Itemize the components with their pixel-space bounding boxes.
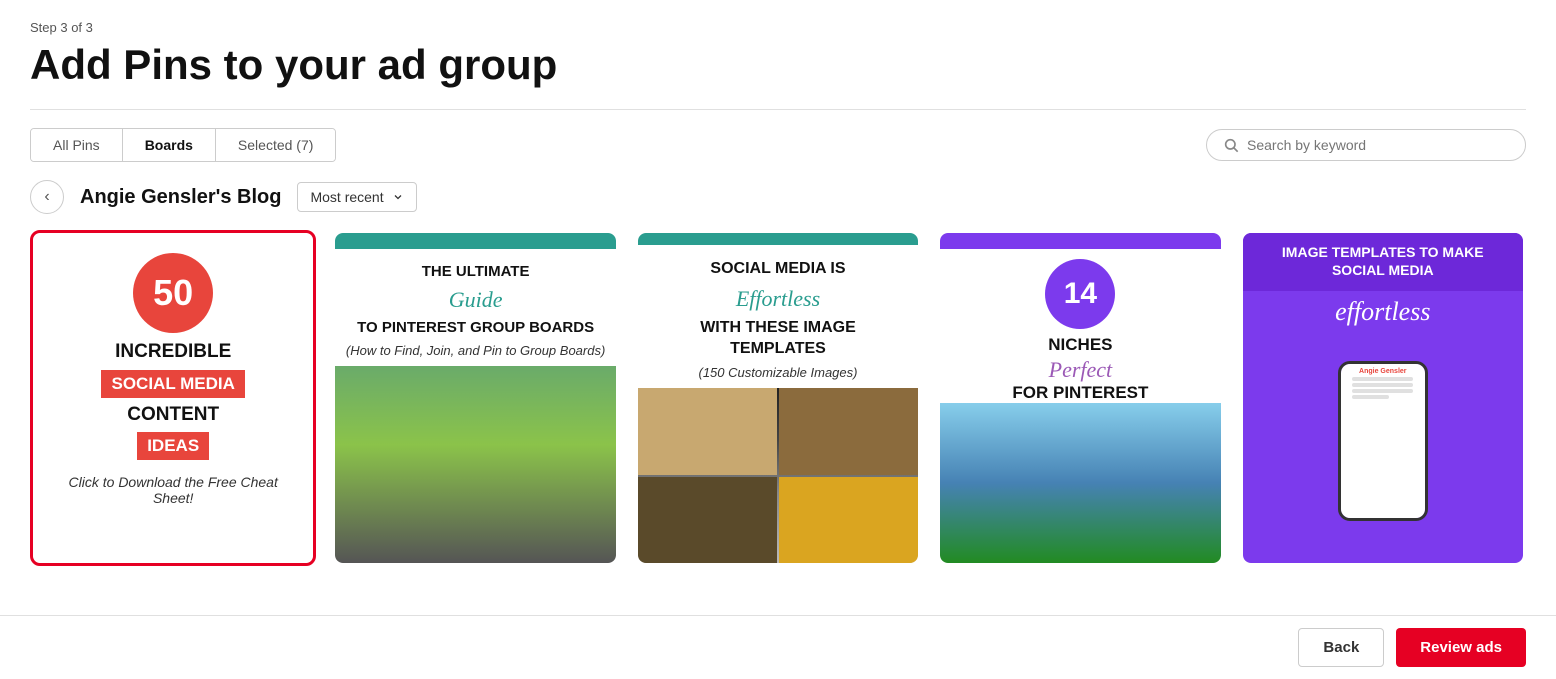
sort-label: Most recent (310, 189, 383, 205)
review-ads-button[interactable]: Review ads (1396, 628, 1526, 667)
pin-card-3[interactable]: SOCIAL MEDIA IS Effortless WITH THESE IM… (635, 230, 921, 566)
pin2-text2: TO PINTEREST GROUP BOARDS (346, 313, 605, 343)
pin3-subtitle: (150 Customizable Images) (648, 365, 908, 380)
pin4-script: Perfect (1049, 357, 1113, 383)
pin-card-5[interactable]: IMAGE TEMPLATES TO MAKE SOCIAL MEDIA eff… (1240, 230, 1526, 566)
page-title: Add Pins to your ad group (30, 41, 1526, 89)
step-label: Step 3 of 3 (30, 20, 1526, 35)
pin5-phone-screen: Angie Gensler (1341, 364, 1425, 518)
tabs: All Pins Boards Selected (7) (30, 128, 336, 162)
tab-boards[interactable]: Boards (123, 129, 216, 161)
pin3-image (638, 388, 918, 563)
pin1-number: 50 (133, 253, 213, 333)
pin4-title: NICHES (1040, 333, 1120, 357)
pin2-subtitle: (How to Find, Join, and Pin to Group Boa… (346, 343, 605, 358)
back-button[interactable]: Back (1298, 628, 1384, 667)
pin1-badge1: SOCIAL MEDIA (101, 370, 244, 398)
pin3-script: Effortless (648, 286, 908, 312)
search-input[interactable] (1247, 137, 1509, 153)
pin-card-1[interactable]: 50 INCREDIBLE SOCIAL MEDIA CONTENT IDEAS… (30, 230, 316, 566)
pin1-text1: INCREDIBLE (115, 341, 231, 364)
pin5-phone-area: Angie Gensler (1259, 333, 1507, 549)
pin1-text2: CONTENT (127, 404, 219, 426)
pin3-img-cell-3 (638, 477, 777, 563)
pin3-header (638, 233, 918, 245)
pin5-script: effortless (1335, 297, 1430, 327)
pin5-phone-label: Angie Gensler (1359, 368, 1406, 375)
divider (30, 109, 1526, 110)
pin2-image (335, 366, 615, 563)
search-box (1206, 129, 1526, 161)
pin5-title: IMAGE TEMPLATES TO MAKE SOCIAL MEDIA (1259, 243, 1507, 279)
bottom-bar: Back Review ads (0, 615, 1556, 679)
pin3-text2: WITH THESE IMAGE TEMPLATES (648, 312, 908, 366)
pin4-circle: 14 (1045, 259, 1115, 329)
pin4-header (940, 233, 1220, 249)
pin1-italic: Click to Download the Free Cheat Sheet! (49, 474, 297, 506)
pin4-image (940, 403, 1220, 563)
board-nav: ‹ Angie Gensler's Blog Most recent (30, 180, 1526, 214)
pin2-header (335, 233, 615, 249)
pin5-phone: Angie Gensler (1338, 361, 1428, 521)
pin2-title: THE ULTIMATE (346, 257, 605, 287)
board-back-button[interactable]: ‹ (30, 180, 64, 214)
pin-4-content: 14 NICHES Perfect FOR PINTEREST (940, 233, 1220, 563)
pin4-subtitle: FOR PINTEREST (1012, 383, 1148, 403)
board-title: Angie Gensler's Blog (80, 186, 281, 209)
pin1-badge2: IDEAS (137, 432, 209, 460)
search-icon (1223, 137, 1239, 153)
tab-selected[interactable]: Selected (7) (216, 129, 335, 161)
tab-bar: All Pins Boards Selected (7) (30, 128, 1526, 162)
pin3-title: SOCIAL MEDIA IS (648, 253, 908, 286)
pin-3-content: SOCIAL MEDIA IS Effortless WITH THESE IM… (638, 233, 918, 563)
pin-2-content: THE ULTIMATE Guide TO PINTEREST GROUP BO… (335, 233, 615, 563)
pin3-img-cell-2 (779, 388, 918, 474)
pin-card-4[interactable]: 14 NICHES Perfect FOR PINTEREST (937, 230, 1223, 566)
pin5-phone-lines (1352, 375, 1413, 401)
pin-card-2[interactable]: THE ULTIMATE Guide TO PINTEREST GROUP BO… (332, 230, 618, 566)
pin-5-content: IMAGE TEMPLATES TO MAKE SOCIAL MEDIA eff… (1243, 233, 1523, 563)
sort-dropdown[interactable]: Most recent (297, 182, 416, 212)
pin2-script: Guide (346, 287, 605, 313)
pin5-header: IMAGE TEMPLATES TO MAKE SOCIAL MEDIA (1243, 233, 1523, 291)
pins-grid: 50 INCREDIBLE SOCIAL MEDIA CONTENT IDEAS… (30, 230, 1526, 566)
chevron-down-icon (392, 191, 404, 203)
tab-all-pins[interactable]: All Pins (31, 129, 123, 161)
pin3-img-cell-1 (638, 388, 777, 474)
pin3-img-cell-4 (779, 477, 918, 563)
pin-1-content: 50 INCREDIBLE SOCIAL MEDIA CONTENT IDEAS… (33, 233, 313, 563)
